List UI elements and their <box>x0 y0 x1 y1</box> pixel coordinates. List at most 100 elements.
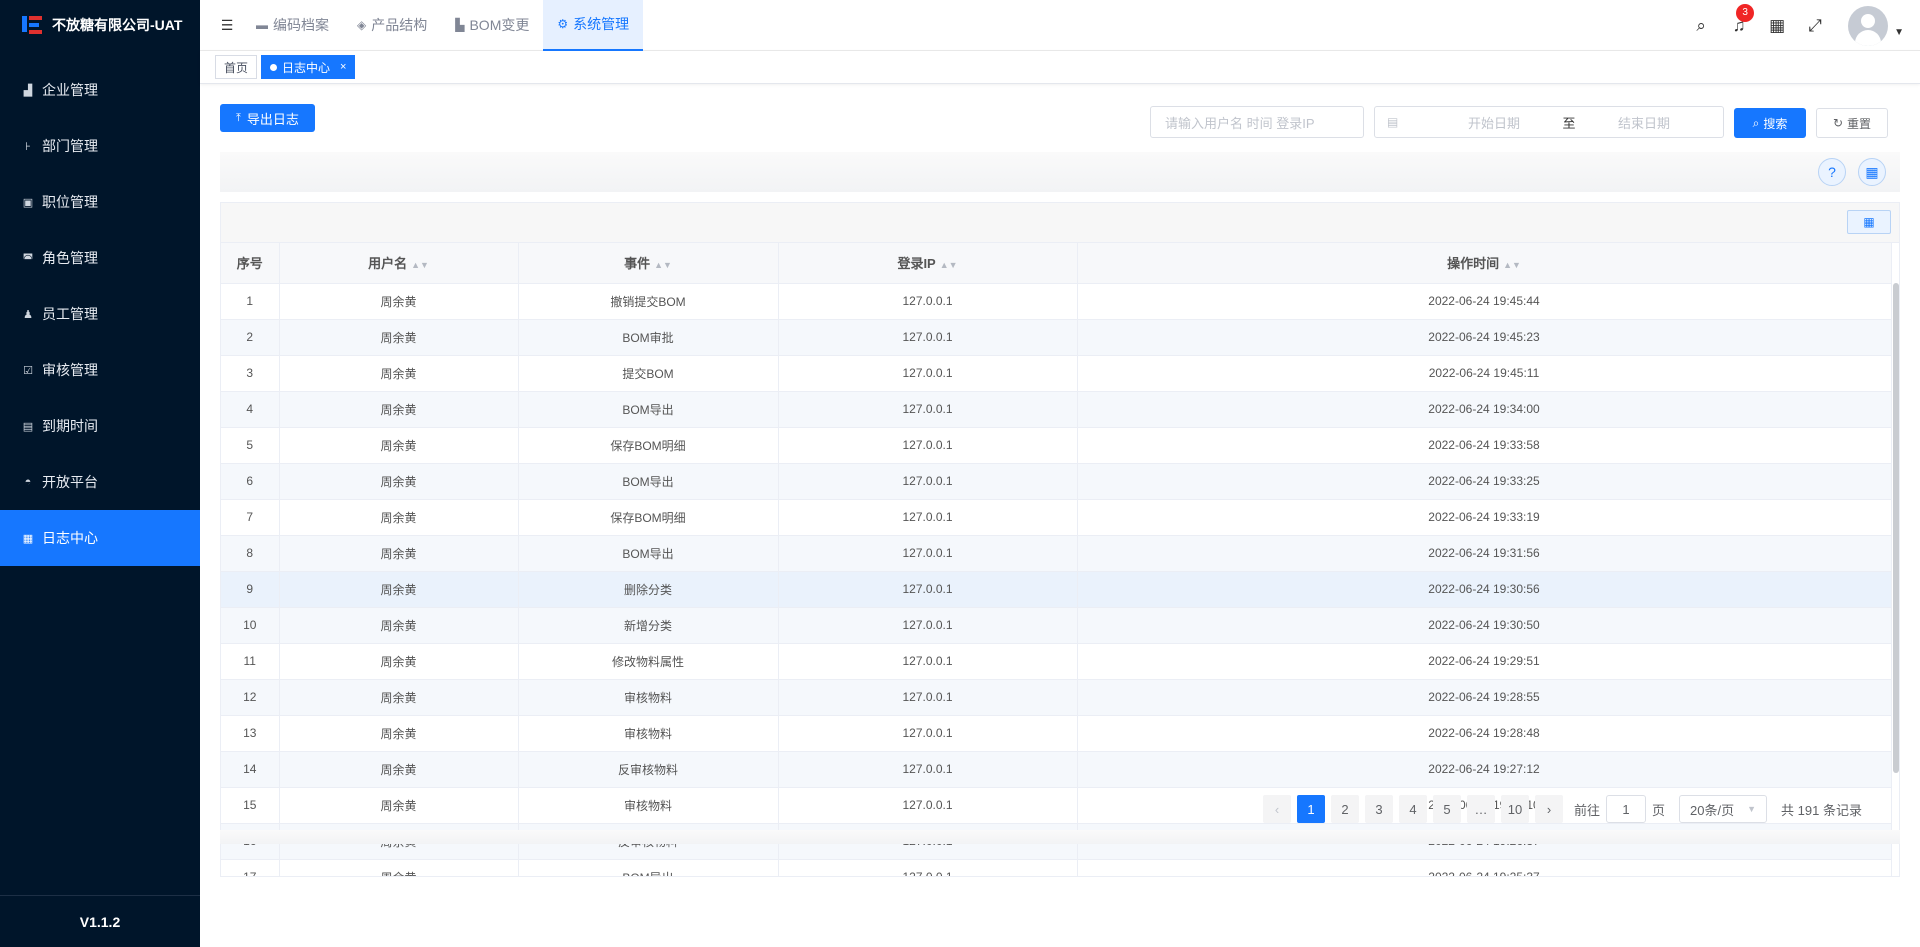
cell-event: 删除分类 <box>518 571 779 608</box>
table-row[interactable]: 13 周余黄 审核物料 127.0.0.1 2022-06-24 19:28:48 <box>221 715 1892 752</box>
page-5-button[interactable]: 5 <box>1433 795 1461 823</box>
chevron-down-icon[interactable]: ▼ <box>1894 27 1904 38</box>
column-header-login-ip[interactable]: 登录IP ▲▼ <box>778 243 1078 284</box>
tags-view: 首页 日志中心 × <box>200 51 1920 84</box>
cell-operation-time: 2022-06-24 19:31:56 <box>1077 535 1892 572</box>
sidebar: 不放糖有限公司-UAT ▟ 企业管理 ⊦ 部门管理 ▣ 职位管理 ◚ 角色管理 ♟ 员工管… <box>0 0 200 947</box>
nav-tab-label: 系统管理 <box>573 16 630 32</box>
app-logo[interactable]: 不放糖有限公司-UAT <box>0 0 200 50</box>
page-1-button[interactable]: 1 <box>1297 795 1325 823</box>
sort-icon[interactable]: ▲▼ <box>411 260 429 270</box>
cell-operation-time: 2022-06-24 19:34:00 <box>1077 391 1892 428</box>
column-header-event[interactable]: 事件 ▲▼ <box>518 243 779 284</box>
refresh-icon: ↻ <box>1832 116 1844 130</box>
table-row[interactable]: 6 周余黄 BOM导出 127.0.0.1 2022-06-24 19:33:25 <box>221 463 1892 500</box>
search-button[interactable]: ⌕ 搜索 <box>1734 108 1806 138</box>
nav-tab-code-archive[interactable]: ▬ 编码档案 <box>242 0 343 51</box>
table-row[interactable]: 3 周余黄 提交BOM 127.0.0.1 2022-06-24 19:45:11 <box>221 355 1892 392</box>
table-row[interactable]: 7 周余黄 保存BOM明细 127.0.0.1 2022-06-24 19:33:19 <box>221 499 1892 536</box>
page-10-button[interactable]: 10 <box>1501 795 1529 823</box>
headset-icon: ◓ <box>24 476 32 488</box>
cell-event: BOM导出 <box>518 391 779 428</box>
collapse-menu-icon[interactable]: ☰ <box>212 17 242 34</box>
search-icon[interactable]: ⌕ <box>1682 16 1720 36</box>
cell-username: 周余黄 <box>279 643 519 680</box>
sort-icon[interactable]: ▲▼ <box>1503 260 1521 270</box>
table-row[interactable]: 1 周余黄 撤销提交BOM 127.0.0.1 2022-06-24 19:45:44 <box>221 283 1892 320</box>
sidebar-item-department[interactable]: ⊦ 部门管理 <box>0 118 200 174</box>
tag-log-center[interactable]: 日志中心 × <box>261 55 356 79</box>
page-3-button[interactable]: 3 <box>1365 795 1393 823</box>
table-row[interactable]: 8 周余黄 BOM导出 127.0.0.1 2022-06-24 19:31:56 <box>221 535 1892 572</box>
search-input[interactable]: 请输入用户名 时间 登录IP <box>1150 106 1364 138</box>
cell-operation-time: 2022-06-24 19:30:56 <box>1077 571 1892 608</box>
fullscreen-icon[interactable]: ⤢ <box>1796 16 1834 36</box>
sort-icon[interactable]: ▲▼ <box>654 260 672 270</box>
start-date-input[interactable]: 开始日期 <box>1429 113 1559 132</box>
sidebar-item-enterprise[interactable]: ▟ 企业管理 <box>0 62 200 118</box>
cell-event: 撤销提交BOM <box>518 283 779 320</box>
sidebar-item-role[interactable]: ◚ 角色管理 <box>0 230 200 286</box>
export-log-button[interactable]: ⤒ 导出日志 <box>220 104 315 132</box>
table-row[interactable]: 2 周余黄 BOM审批 127.0.0.1 2022-06-24 19:45:23 <box>221 319 1892 356</box>
next-page-button[interactable]: › <box>1535 795 1563 823</box>
sidebar-item-audit[interactable]: ☑ 审核管理 <box>0 342 200 398</box>
table-row[interactable]: 5 周余黄 保存BOM明细 127.0.0.1 2022-06-24 19:33:58 <box>221 427 1892 464</box>
column-header-username[interactable]: 用户名 ▲▼ <box>279 243 519 284</box>
avatar[interactable] <box>1848 5 1889 46</box>
notification-badge: 3 <box>1736 3 1755 22</box>
end-date-input[interactable]: 结束日期 <box>1579 113 1709 132</box>
page-size-select[interactable]: 20条/页 ▼ <box>1679 795 1768 823</box>
table-row[interactable]: 12 周余黄 审核物料 127.0.0.1 2022-06-24 19:28:55 <box>221 679 1892 716</box>
table-row[interactable]: 14 周余黄 反审核物料 127.0.0.1 2022-06-24 19:27:12 <box>221 751 1892 788</box>
sidebar-item-expiry[interactable]: ▤ 到期时间 <box>0 398 200 454</box>
cell-username: 周余黄 <box>279 391 519 428</box>
cell-event: 修改物料属性 <box>518 643 779 680</box>
close-icon[interactable]: × <box>340 61 346 73</box>
goto-page-input[interactable]: 1 <box>1606 795 1647 823</box>
column-header-operation-time[interactable]: 操作时间 ▲▼ <box>1077 243 1892 284</box>
tag-home[interactable]: 首页 <box>215 55 258 79</box>
sidebar-item-open-platform[interactable]: ◓ 开放平台 <box>0 454 200 510</box>
cell-event: BOM导出 <box>518 859 779 876</box>
column-header-label: 操作时间 <box>1447 256 1500 272</box>
column-header-index: 序号 <box>221 243 280 284</box>
cell-index: 15 <box>221 787 280 824</box>
calendar-icon: ▤ <box>1387 115 1399 129</box>
notification-bell-icon[interactable]: ♫ 3 <box>1720 3 1758 36</box>
table-scrollbar[interactable] <box>1893 283 1899 773</box>
prev-page-button[interactable]: ‹ <box>1263 795 1291 823</box>
sort-icon[interactable]: ▲▼ <box>940 260 958 270</box>
table-row[interactable]: 10 周余黄 新增分类 127.0.0.1 2022-06-24 19:30:50 <box>221 607 1892 644</box>
help-icon[interactable]: ? <box>1818 158 1846 186</box>
sidebar-item-label: 企业管理 <box>42 82 98 98</box>
sidebar-item-position[interactable]: ▣ 职位管理 <box>0 174 200 230</box>
sidebar-item-label: 到期时间 <box>42 418 98 434</box>
structure-icon: ▙ <box>455 18 465 32</box>
search-label: 搜索 <box>1763 116 1788 131</box>
table-row[interactable]: 9 周余黄 删除分类 127.0.0.1 2022-06-24 19:30:56 <box>221 571 1892 608</box>
qr-code-icon[interactable]: ▦ <box>1758 16 1796 36</box>
date-range-picker[interactable]: ▤ 开始日期 至 结束日期 <box>1374 106 1724 138</box>
nav-tab-bom-change[interactable]: ▙ BOM变更 <box>441 0 543 51</box>
cell-username: 周余黄 <box>279 499 519 536</box>
folder-icon: ▬ <box>256 18 268 32</box>
sidebar-item-log-center[interactable]: ▦ 日志中心 <box>0 510 200 566</box>
user-icon: ♟ <box>23 308 33 321</box>
column-header-label: 登录IP <box>897 256 936 272</box>
page-4-button[interactable]: 4 <box>1399 795 1427 823</box>
page-2-button[interactable]: 2 <box>1331 795 1359 823</box>
reset-button[interactable]: ↻ 重置 <box>1816 108 1888 138</box>
total-records: 共 191 条记录 <box>1781 802 1862 818</box>
table-row[interactable]: 11 周余黄 修改物料属性 127.0.0.1 2022-06-24 19:29:51 <box>221 643 1892 680</box>
nav-tab-product-structure[interactable]: ◈ 产品结构 <box>343 0 441 51</box>
column-settings-icon[interactable]: ▦ <box>1858 158 1886 186</box>
more-pages-button[interactable]: … <box>1467 795 1495 823</box>
sidebar-item-employee[interactable]: ♟ 员工管理 <box>0 286 200 342</box>
nav-tab-system-management[interactable]: ⚙ 系统管理 <box>543 0 644 51</box>
table-row[interactable]: 4 周余黄 BOM导出 127.0.0.1 2022-06-24 19:34:00 <box>221 391 1892 428</box>
cell-event: BOM审批 <box>518 319 779 356</box>
table-row[interactable]: 17周余黄BOM导出127.0.0.12022-06-24 19:25:37 <box>221 859 1892 876</box>
cell-event: BOM导出 <box>518 463 779 500</box>
grid-view-icon[interactable]: ▦ <box>1847 210 1891 234</box>
